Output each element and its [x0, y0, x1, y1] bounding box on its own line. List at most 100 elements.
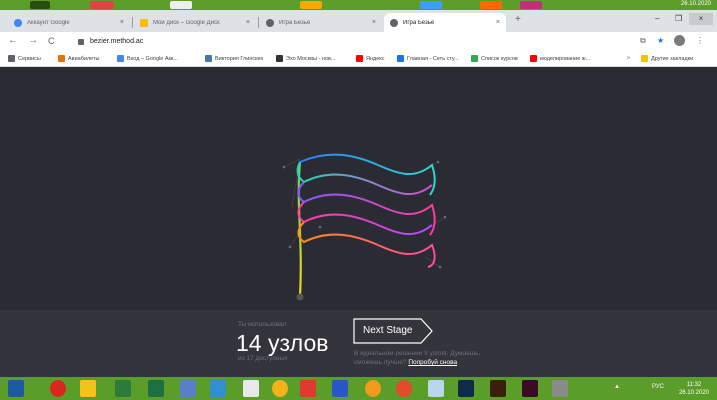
next-stage-label: Next Stage [363, 325, 413, 336]
app-icon[interactable] [180, 380, 196, 397]
available-nodes: из 17 доступных [238, 355, 288, 362]
acrobat-icon[interactable] [300, 380, 316, 397]
tab-title: Мой диск – Google Диск [153, 19, 220, 26]
nodes-count: 14 узлов [236, 330, 329, 356]
apps-icon [8, 55, 15, 62]
tray-arrow-icon[interactable]: ▲ [614, 384, 620, 390]
app-icon[interactable] [210, 380, 226, 397]
app-icon [170, 1, 192, 9]
tab-bezier-game[interactable]: Игра Безье × [260, 13, 382, 32]
app-icon[interactable] [428, 380, 444, 397]
bookmarks-more-button[interactable]: » [627, 55, 630, 61]
excel-icon[interactable] [148, 380, 164, 397]
tab-title: Аккаунт Google [27, 19, 70, 26]
bookmark-label: Авиабилеты [68, 55, 100, 62]
bookmarks-bar: Сервисы Авиабилеты Вход – Google Акк... … [0, 51, 717, 67]
forward-button[interactable]: → [28, 35, 38, 47]
app-icon [90, 1, 114, 9]
plane-icon [58, 55, 65, 62]
minimize-button[interactable]: – [655, 14, 659, 23]
bookmark-item[interactable]: Эхо Москвы - нов... [276, 55, 335, 62]
bookmark-item[interactable]: Список курсов [471, 55, 518, 62]
app-icon[interactable] [332, 380, 348, 397]
bookmark-item[interactable]: Виктория Глинских [205, 55, 263, 62]
menu-icon[interactable]: ⋮ [696, 36, 704, 46]
flag-wave-2 [296, 161, 433, 195]
url-text: bezier.method.ac [90, 38, 144, 45]
tab-bar: Аккаунт Google × Мой диск – Google Диск … [0, 10, 717, 32]
bookmark-item[interactable]: Авиабилеты [58, 55, 100, 62]
close-icon[interactable]: × [496, 19, 500, 26]
avatar[interactable] [674, 35, 685, 46]
address-bar: ← → C bezier.method.ac ⧉ ★ ⋮ [0, 32, 717, 51]
reload-button[interactable]: C [48, 35, 55, 47]
tab-google-account[interactable]: Аккаунт Google × [8, 13, 130, 32]
folder-icon [641, 55, 648, 62]
translate-icon[interactable]: ⧉ [640, 36, 646, 46]
leaf-icon [471, 55, 478, 62]
ideal-solution-text: В идеальном решении 9 узлов. Думаешь, см… [354, 349, 504, 367]
bookmark-item[interactable]: Яндекс [356, 55, 385, 62]
clock-date: 26.10.2020 [678, 390, 709, 396]
next-stage-button[interactable]: Next Stage [353, 318, 433, 344]
bookmark-label: Главная - Сеть сту... [407, 55, 459, 62]
app-icon[interactable] [552, 380, 568, 397]
retry-link[interactable]: Попробуй снова [408, 359, 457, 366]
bookmark-item[interactable]: Вход – Google Акк... [117, 55, 178, 62]
maximize-button[interactable]: ❐ [675, 14, 682, 23]
google-icon [14, 18, 22, 27]
globe-icon [266, 18, 274, 27]
used-label: Ты использовал [238, 321, 287, 328]
bookmark-label: Другие закладки [651, 55, 694, 62]
new-tab-button[interactable]: + [515, 14, 521, 25]
power-icon[interactable] [50, 380, 66, 397]
anchor-node[interactable] [296, 293, 304, 301]
bookmark-item[interactable]: Главная - Сеть сту... [397, 55, 459, 62]
top-clock: 26.10.2020 [680, 1, 711, 7]
close-icon[interactable]: × [120, 19, 124, 26]
indesign-icon[interactable] [522, 380, 538, 397]
tab-bezier-game-active[interactable]: Игра Безье × [384, 13, 506, 32]
bookmark-label: Яндекс [366, 55, 385, 62]
tab-title: Игра Безье [403, 19, 435, 26]
other-bookmarks[interactable]: Другие закладки [641, 55, 693, 62]
score-panel: Ты использовал 14 узлов из 17 доступных … [0, 310, 717, 377]
back-button[interactable]: ← [8, 35, 18, 47]
app-icon [420, 1, 442, 9]
star-icon[interactable]: ★ [657, 36, 664, 46]
flag-wave-1 [299, 153, 436, 196]
photoshop-icon[interactable] [458, 380, 474, 397]
yandex-icon [356, 55, 363, 62]
bookmark-label: Виктория Глинских [215, 55, 264, 62]
tab-google-drive[interactable]: Мой диск – Google Диск × [134, 13, 256, 32]
start-icon[interactable] [8, 380, 24, 397]
taskbar-clock[interactable]: 11:32 26.10.2020 [679, 381, 709, 397]
omnibox[interactable]: bezier.method.ac [78, 35, 143, 48]
illustrator-icon[interactable] [490, 380, 506, 397]
publisher-icon[interactable] [115, 380, 131, 397]
flag-drawing[interactable] [0, 67, 717, 310]
paint-icon[interactable] [272, 380, 288, 397]
chrome-icon[interactable] [396, 380, 412, 397]
app-icon [30, 1, 50, 9]
close-icon[interactable]: × [246, 19, 250, 26]
language-indicator[interactable]: РУС [652, 384, 664, 390]
lock-icon [78, 38, 84, 45]
bezier-game-canvas[interactable] [0, 67, 717, 310]
close-window-button[interactable]: × [689, 13, 713, 25]
clock-time: 11:32 [686, 382, 702, 388]
tab-title: Игра Безье [279, 19, 311, 26]
close-icon[interactable]: × [372, 19, 376, 26]
bookmark-label: Список курсов [481, 55, 518, 62]
google-icon [117, 55, 124, 62]
pen-icon[interactable] [243, 380, 259, 397]
radio-icon [276, 55, 283, 62]
search-icon[interactable] [365, 380, 381, 397]
explorer-icon[interactable] [80, 380, 96, 397]
windows-taskbar: ▲ РУС 11:32 26.10.2020 [0, 377, 717, 400]
bookmark-item[interactable]: моделирование ж... [530, 55, 590, 62]
top-partial-taskbar: 26.10.2020 [0, 0, 717, 10]
flag-wave-5 [297, 221, 436, 268]
network-icon [397, 55, 404, 62]
bookmark-item[interactable]: Сервисы [8, 55, 41, 62]
